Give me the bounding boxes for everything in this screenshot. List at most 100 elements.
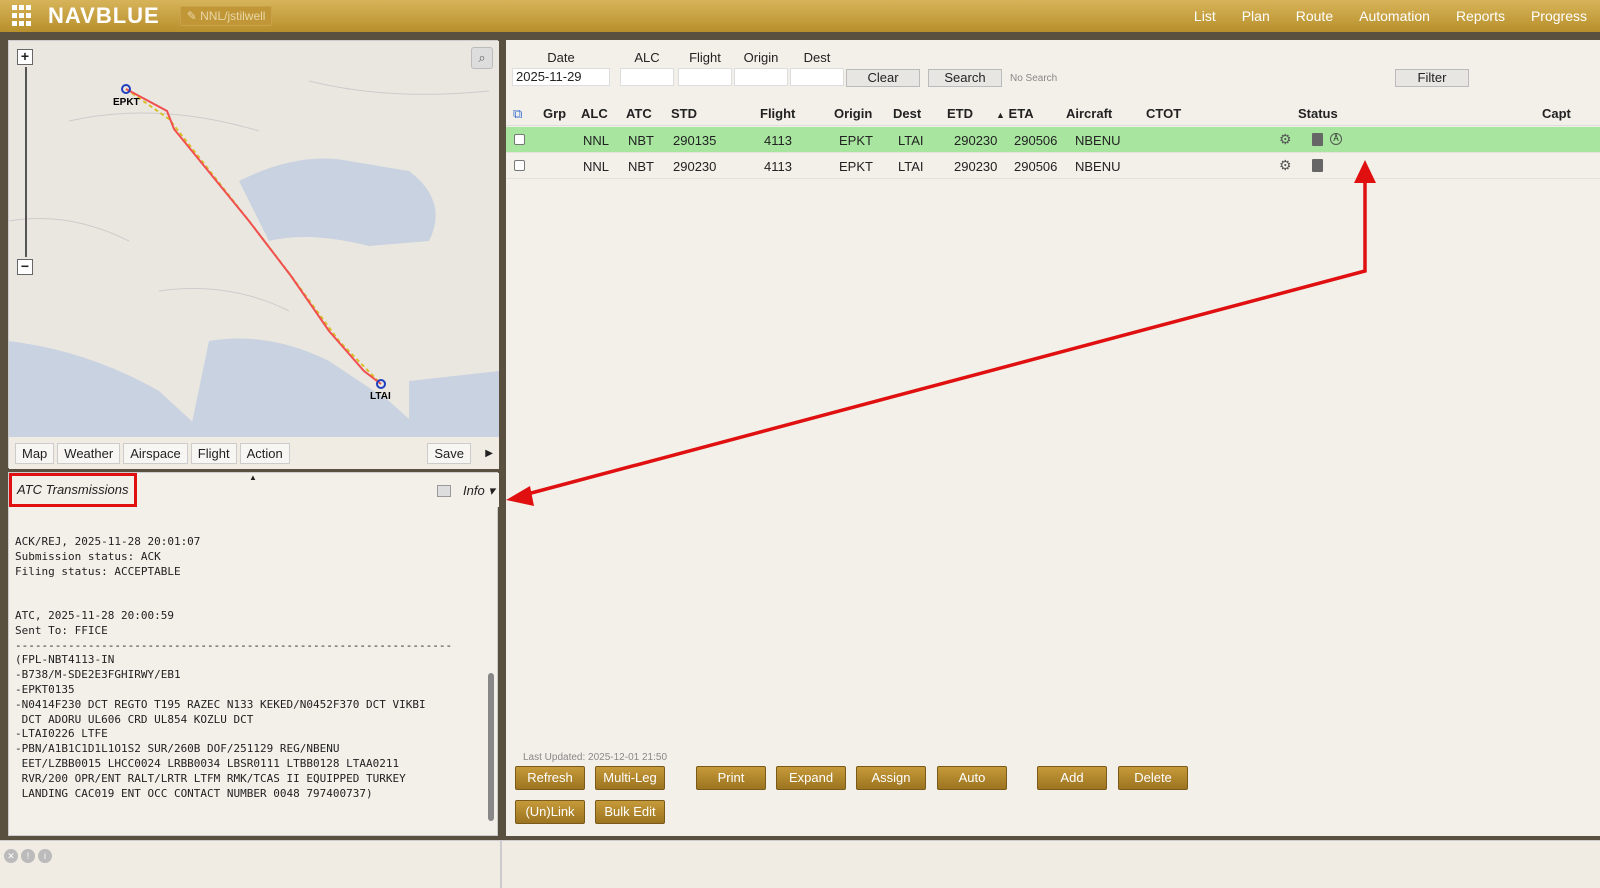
nav-progress[interactable]: Progress bbox=[1531, 8, 1587, 24]
refresh-button[interactable]: Refresh bbox=[515, 766, 585, 790]
print-button[interactable]: Print bbox=[696, 766, 766, 790]
tab-map[interactable]: Map bbox=[15, 442, 55, 464]
col-capt[interactable]: Capt bbox=[1542, 106, 1571, 121]
col-origin[interactable]: Origin bbox=[834, 106, 872, 121]
auto-button[interactable]: Auto bbox=[937, 766, 1007, 790]
status-divider bbox=[500, 841, 502, 888]
row-checkbox[interactable] bbox=[514, 160, 525, 171]
origin-airport-label: EPKT bbox=[113, 97, 140, 108]
status-icons: ✕ ! i bbox=[4, 849, 52, 863]
cell-eta: 290506 bbox=[1014, 133, 1058, 148]
top-bar: NAVBLUE ✎ NNL/jstilwell List Plan Route … bbox=[0, 0, 1600, 32]
calculator-icon[interactable] bbox=[1312, 159, 1323, 172]
col-atc[interactable]: ATC bbox=[626, 106, 652, 121]
map-more-arrow-icon[interactable]: ▶ bbox=[485, 448, 493, 459]
collapse-up-icon[interactable]: ▲ bbox=[249, 473, 257, 482]
zoom-in-button[interactable]: + bbox=[17, 49, 33, 65]
print-icon[interactable] bbox=[437, 485, 451, 497]
flight-input[interactable] bbox=[678, 68, 732, 86]
flight-label: Flight bbox=[689, 50, 721, 65]
tab-flight[interactable]: Flight bbox=[190, 442, 237, 464]
brand-logo: NAVBLUE bbox=[48, 3, 160, 28]
atc-panel: ATC Transmissions ▲ Info ▾ ACK/REJ, 2025… bbox=[8, 472, 499, 836]
zoom-control[interactable]: + − bbox=[17, 49, 35, 279]
col-flight[interactable]: Flight bbox=[760, 106, 795, 121]
row-checkbox[interactable] bbox=[514, 134, 525, 145]
atc-header: ATC Transmissions ▲ Info ▾ bbox=[9, 473, 499, 507]
table-row[interactable]: NNL NBT 290230 4113 EPKT LTAI 290230 290… bbox=[506, 153, 1600, 179]
tab-weather[interactable]: Weather bbox=[57, 442, 121, 464]
map-canvas[interactable]: EPKT LTAI + − ⌕ bbox=[9, 41, 499, 437]
dest-label: Dest bbox=[803, 50, 831, 65]
cell-alc: NNL bbox=[583, 133, 610, 148]
grid-header: ⧉ Grp ALC ATC STD Flight Origin Dest ETD… bbox=[506, 100, 1600, 126]
dest-input[interactable] bbox=[790, 68, 844, 86]
gear-icon[interactable]: ⚙ bbox=[1279, 131, 1292, 148]
nav-plan[interactable]: Plan bbox=[1242, 8, 1270, 24]
expand-button[interactable]: Expand bbox=[776, 766, 846, 790]
cell-origin: EPKT bbox=[839, 133, 873, 148]
origin-label: Origin bbox=[743, 50, 779, 65]
date-input[interactable]: 2025-11-29 bbox=[512, 68, 610, 86]
black-sea bbox=[239, 158, 436, 246]
calculator-icon[interactable] bbox=[1312, 133, 1323, 146]
dest-airport-label: LTAI bbox=[370, 391, 391, 402]
gear-icon[interactable]: ⚙ bbox=[1279, 157, 1292, 174]
col-std[interactable]: STD bbox=[671, 106, 697, 121]
info-dropdown[interactable]: Info ▾ bbox=[463, 483, 495, 499]
tab-action[interactable]: Action bbox=[239, 442, 290, 464]
apps-grid-icon[interactable] bbox=[12, 5, 34, 27]
main-nav: List Plan Route Automation Reports Progr… bbox=[1181, 0, 1600, 32]
flight-field: Flight bbox=[678, 50, 732, 86]
col-eta[interactable]: ▲ ETA bbox=[996, 106, 1034, 121]
map-save-button[interactable]: Save bbox=[427, 442, 471, 464]
table-row[interactable]: NNL NBT 290135 4113 EPKT LTAI 290230 290… bbox=[506, 127, 1600, 153]
col-etd[interactable]: ETD bbox=[947, 106, 973, 121]
alc-label: ALC bbox=[634, 50, 660, 65]
filter-button[interactable]: Filter bbox=[1395, 69, 1469, 87]
med-sea bbox=[409, 371, 499, 437]
zoom-slider[interactable] bbox=[25, 67, 27, 257]
atc-transmission-icon[interactable]: Å bbox=[1330, 133, 1342, 145]
select-all-icon[interactable]: ⧉ bbox=[513, 106, 522, 122]
assign-button[interactable]: Assign bbox=[856, 766, 926, 790]
map-svg: EPKT LTAI bbox=[9, 41, 499, 437]
nav-list[interactable]: List bbox=[1194, 8, 1216, 24]
col-grp[interactable]: Grp bbox=[543, 106, 566, 121]
date-field: Date 2025-11-29 bbox=[512, 50, 610, 86]
info-icon[interactable]: i bbox=[38, 849, 52, 863]
col-ctot[interactable]: CTOT bbox=[1146, 106, 1181, 121]
multi-leg-button[interactable]: Multi-Leg bbox=[595, 766, 665, 790]
col-alc[interactable]: ALC bbox=[581, 106, 608, 121]
clear-button[interactable]: Clear bbox=[846, 69, 920, 87]
cell-eta: 290506 bbox=[1014, 159, 1058, 174]
origin-input[interactable] bbox=[734, 68, 788, 86]
search-button[interactable]: Search bbox=[928, 69, 1002, 87]
map-tab-bar: Map Weather Airspace Flight Action Save … bbox=[9, 437, 499, 469]
cell-origin: EPKT bbox=[839, 159, 873, 174]
atc-scrollbar[interactable] bbox=[487, 513, 495, 833]
delete-button[interactable]: Delete bbox=[1118, 766, 1188, 790]
alc-input[interactable] bbox=[620, 68, 674, 86]
col-dest[interactable]: Dest bbox=[893, 106, 921, 121]
map-search-icon[interactable]: ⌕ bbox=[471, 47, 493, 69]
col-aircraft[interactable]: Aircraft bbox=[1066, 106, 1112, 121]
nav-reports[interactable]: Reports bbox=[1456, 8, 1505, 24]
bulk-edit-button[interactable]: Bulk Edit bbox=[595, 800, 665, 824]
map-panel: EPKT LTAI + − ⌕ Map Weather Airspace Fli… bbox=[8, 40, 499, 469]
user-tag[interactable]: ✎ NNL/jstilwell bbox=[179, 6, 273, 26]
error-icon[interactable]: ✕ bbox=[4, 849, 18, 863]
info-label: Info bbox=[463, 483, 485, 498]
cell-dest: LTAI bbox=[898, 159, 924, 174]
nav-route[interactable]: Route bbox=[1296, 8, 1333, 24]
add-button[interactable]: Add bbox=[1037, 766, 1107, 790]
cell-aircraft: NBENU bbox=[1075, 159, 1121, 174]
nav-automation[interactable]: Automation bbox=[1359, 8, 1430, 24]
search-status: No Search bbox=[1010, 73, 1058, 84]
tab-airspace[interactable]: Airspace bbox=[123, 442, 188, 464]
col-status[interactable]: Status bbox=[1298, 106, 1338, 121]
zoom-out-button[interactable]: − bbox=[17, 259, 33, 275]
unlink-button[interactable]: (Un)Link bbox=[515, 800, 585, 824]
warning-icon[interactable]: ! bbox=[21, 849, 35, 863]
atc-log-text: ACK/REJ, 2025-11-28 20:01:07 Submission … bbox=[15, 535, 453, 800]
